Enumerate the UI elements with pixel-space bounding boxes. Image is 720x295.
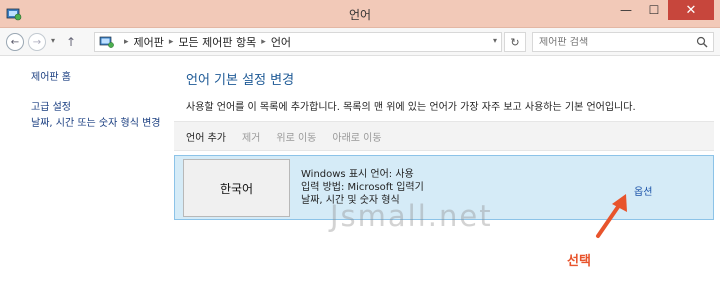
back-button[interactable]: ← [6, 33, 24, 51]
move-up-button[interactable]: 위로 이동 [276, 129, 316, 144]
maximize-button[interactable]: ☐ [640, 0, 668, 20]
breadcrumb-separator-icon[interactable]: ▸ [261, 37, 266, 47]
close-button[interactable]: ✕ [668, 0, 714, 20]
control-panel-icon [99, 36, 114, 48]
page-description: 사용할 언어를 이 목록에 추가합니다. 목록의 맨 위에 있는 언어가 가장 … [186, 102, 636, 113]
language-toolbar: 언어 추가 제거 위로 이동 아래로 이동 [174, 121, 714, 151]
breadcrumb-language[interactable]: 언어 [271, 34, 291, 50]
window-controls: — ☐ ✕ [612, 0, 714, 20]
breadcrumb-separator-icon[interactable]: ▸ [169, 37, 174, 47]
annotation-callout: 선택 [567, 254, 591, 269]
left-pane: 제어판 홈 고급 설정 날짜, 시간 또는 숫자 형식 변경 [0, 57, 172, 295]
search-icon[interactable] [696, 36, 708, 48]
breadcrumb-separator-icon: ▸ [124, 37, 129, 47]
refresh-button[interactable]: ↻ [504, 32, 526, 52]
change-date-time-number-formats-link[interactable]: 날짜, 시간 또는 숫자 형식 변경 [31, 117, 165, 130]
options-link[interactable]: 옵션 [634, 183, 652, 198]
advanced-settings-link[interactable]: 고급 설정 [31, 98, 71, 113]
input-method-status: 입력 방법: Microsoft 입력기 [301, 182, 424, 193]
remove-button[interactable]: 제거 [242, 129, 260, 144]
page-title: 언어 기본 설정 변경 [186, 73, 295, 88]
up-level-button[interactable]: ↑ [66, 35, 76, 49]
annotation-arrow-icon [596, 194, 627, 238]
watermark: Jsmall.net [330, 199, 493, 233]
display-language-status: Windows 표시 언어: 사용 [301, 169, 414, 180]
search-box[interactable] [532, 32, 714, 52]
breadcrumb-control-panel[interactable]: 제어판 [134, 34, 164, 50]
address-dropdown-chevron-icon[interactable]: ▾ [493, 36, 497, 45]
forward-button[interactable]: → [28, 33, 46, 51]
move-down-button[interactable]: 아래로 이동 [332, 129, 381, 144]
breadcrumb-all-items[interactable]: 모든 제어판 항목 [178, 34, 256, 50]
search-input[interactable] [539, 36, 689, 48]
address-bar[interactable]: ▸ 제어판 ▸ 모든 제어판 항목 ▸ 언어 ▾ [94, 32, 502, 52]
title-bar: 언어 — ☐ ✕ [0, 0, 720, 28]
navigation-bar: ← → ▾ ↑ ▸ 제어판 ▸ 모든 제어판 항목 ▸ 언어 ▾ ↻ [0, 28, 720, 56]
recent-locations-chevron-icon[interactable]: ▾ [51, 36, 55, 45]
add-language-button[interactable]: 언어 추가 [186, 129, 226, 144]
language-tile[interactable]: 한국어 [183, 159, 290, 217]
control-panel-home-link[interactable]: 제어판 홈 [31, 68, 71, 83]
minimize-button[interactable]: — [612, 0, 640, 20]
